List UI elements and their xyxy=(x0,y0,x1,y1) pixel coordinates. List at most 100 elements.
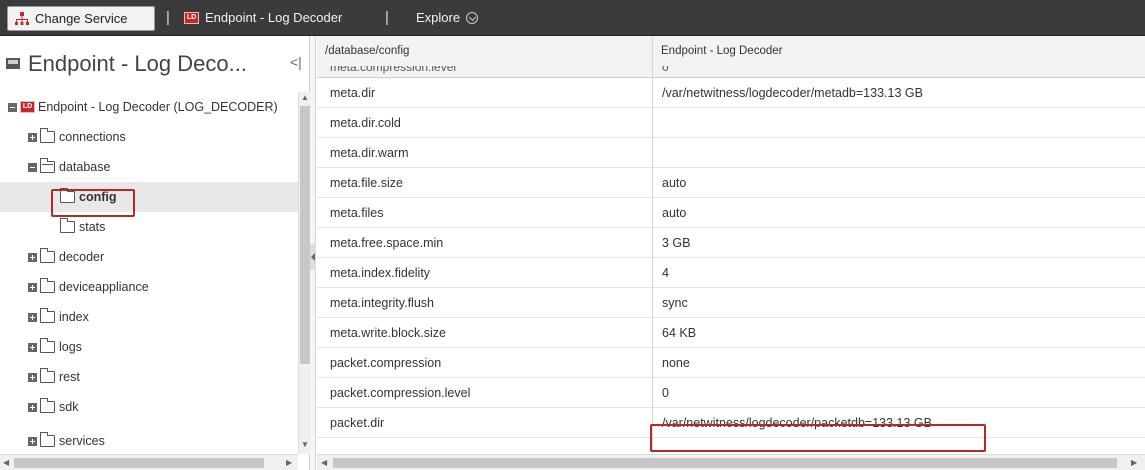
scrollbar-thumb[interactable] xyxy=(14,458,264,468)
grid-header: /database/config Endpoint - Log Decoder … xyxy=(317,36,1145,78)
column-header-path[interactable]: /database/config xyxy=(325,45,409,57)
row-value[interactable]: sync xyxy=(662,296,688,310)
folder-icon xyxy=(40,308,55,323)
scroll-left-icon[interactable]: ◀ xyxy=(3,458,9,467)
table-row[interactable]: meta.dir /var/netwitness/logdecoder/meta… xyxy=(317,78,1145,108)
top-toolbar: Change Service | LD Endpoint - Log Decod… xyxy=(0,0,1145,36)
tree-horizontal-scrollbar[interactable]: ◀ ▶ xyxy=(0,454,298,470)
expand-icon[interactable] xyxy=(28,372,37,382)
row-value[interactable]: auto xyxy=(662,176,686,190)
expand-icon[interactable] xyxy=(28,402,37,412)
scroll-right-icon[interactable]: ▶ xyxy=(1131,458,1137,467)
table-row[interactable]: meta.index.fidelity 4 xyxy=(317,258,1145,288)
row-key: meta.files xyxy=(330,206,384,220)
config-grid: /database/config Endpoint - Log Decoder … xyxy=(317,36,1145,470)
explore-label: Explore xyxy=(416,10,461,25)
service-name: Endpoint - Log Decoder xyxy=(205,10,343,25)
tree-vertical-scrollbar[interactable]: ▲ ▼ xyxy=(298,92,310,454)
folder-icon xyxy=(60,218,75,233)
collapse-arrow-icon[interactable] xyxy=(310,244,316,270)
left-tree-panel: Endpoint - Log Deco... <| LD Endpoint - … xyxy=(0,36,310,470)
packet-dir-highlight-box xyxy=(650,424,986,452)
table-row[interactable]: meta.file.size auto xyxy=(317,168,1145,198)
scrollbar-thumb[interactable] xyxy=(300,106,310,364)
scroll-left-icon[interactable]: ◀ xyxy=(321,458,327,467)
row-value[interactable]: 64 KB xyxy=(662,326,696,340)
tree-item-rest[interactable]: rest xyxy=(0,362,298,392)
tree-item-label: rest xyxy=(59,370,80,384)
tree-item-database[interactable]: database xyxy=(0,152,298,182)
row-value[interactable]: 0 xyxy=(662,386,669,400)
tree-item-label: connections xyxy=(59,130,126,144)
folder-icon xyxy=(40,278,55,293)
change-service-button[interactable]: Change Service xyxy=(7,6,155,31)
row-key: meta.free.space.min xyxy=(330,236,444,250)
tree-item-deviceappliance[interactable]: deviceappliance xyxy=(0,272,298,302)
expand-icon[interactable] xyxy=(28,342,37,352)
row-value[interactable]: none xyxy=(662,356,690,370)
left-panel-header: Endpoint - Log Deco... <| xyxy=(0,36,310,90)
scroll-up-icon[interactable]: ▲ xyxy=(301,93,309,102)
table-row[interactable]: packet.compression none xyxy=(317,348,1145,378)
collapse-icon[interactable] xyxy=(8,102,17,112)
folder-icon xyxy=(40,128,55,143)
table-row[interactable]: meta.integrity.flush sync xyxy=(317,288,1145,318)
scroll-right-icon[interactable]: ▶ xyxy=(286,458,292,467)
tree-root[interactable]: LD Endpoint - Log Decoder (LOG_DECODER) xyxy=(0,92,298,122)
change-service-label: Change Service xyxy=(35,11,128,26)
tree-item-decoder[interactable]: decoder xyxy=(0,242,298,272)
tree-item-stats[interactable]: stats xyxy=(0,212,298,242)
row-value[interactable]: /var/netwitness/logdecoder/metadb=133.13… xyxy=(662,86,923,100)
tree-item-label: decoder xyxy=(59,250,105,264)
folder-icon xyxy=(40,338,55,353)
expand-icon[interactable] xyxy=(28,436,37,446)
folder-icon xyxy=(40,432,55,447)
table-row[interactable]: packet.compression.level 0 xyxy=(317,378,1145,408)
column-header-service[interactable]: Endpoint - Log Decoder xyxy=(661,45,782,57)
tree-item-label: deviceappliance xyxy=(59,280,149,294)
row-key: meta.dir.warm xyxy=(330,146,409,160)
scrollbar-thumb[interactable] xyxy=(333,458,1117,468)
row-value[interactable]: 4 xyxy=(662,266,669,280)
folder-icon xyxy=(40,398,55,413)
tree-item-label: sdk xyxy=(59,400,79,414)
tree-item-config[interactable]: config xyxy=(0,182,298,212)
grid-horizontal-scrollbar[interactable]: ◀ ▶ xyxy=(317,454,1145,470)
folder-icon xyxy=(40,248,55,263)
table-row[interactable]: meta.free.space.min 3 GB xyxy=(317,228,1145,258)
tree-item-connections[interactable]: connections xyxy=(0,122,298,152)
service-panel-icon xyxy=(6,58,20,69)
collapse-panel-button[interactable]: <| xyxy=(290,54,302,70)
row-key: packet.dir xyxy=(330,416,385,430)
chevron-down-icon xyxy=(466,11,479,24)
explore-menu[interactable]: Explore xyxy=(416,10,479,25)
panel-splitter[interactable] xyxy=(310,36,316,470)
partial-table-row: meta.compression.level 0 xyxy=(317,66,1145,77)
log-decoder-badge-icon: LD xyxy=(184,11,199,24)
collapse-icon[interactable] xyxy=(28,162,37,172)
expand-icon[interactable] xyxy=(28,312,37,322)
service-breadcrumb[interactable]: LD Endpoint - Log Decoder xyxy=(184,10,342,25)
table-row[interactable]: meta.dir.cold xyxy=(317,108,1145,138)
row-key: meta.dir xyxy=(330,86,376,100)
folder-open-icon xyxy=(40,158,55,173)
expand-icon[interactable] xyxy=(28,252,37,262)
table-row[interactable]: meta.files auto xyxy=(317,198,1145,228)
table-row[interactable]: meta.write.block.size 64 KB xyxy=(317,318,1145,348)
row-key: meta.compression.level xyxy=(330,66,457,74)
tree-root-label: Endpoint - Log Decoder (LOG_DECODER) xyxy=(38,100,278,114)
tree-item-logs[interactable]: logs xyxy=(0,332,298,362)
expand-icon[interactable] xyxy=(28,132,37,142)
tree-item-services[interactable]: services xyxy=(0,426,298,454)
scroll-down-icon[interactable]: ▼ xyxy=(301,440,309,449)
expand-icon[interactable] xyxy=(28,282,37,292)
tree-item-index[interactable]: index xyxy=(0,302,298,332)
row-value[interactable]: 3 GB xyxy=(662,236,691,250)
row-key: packet.compression xyxy=(330,356,442,370)
row-key: meta.integrity.flush xyxy=(330,296,434,310)
row-key: meta.file.size xyxy=(330,176,403,190)
row-value[interactable]: auto xyxy=(662,206,686,220)
tree-item-sdk[interactable]: sdk xyxy=(0,392,298,422)
table-row[interactable]: meta.dir.warm xyxy=(317,138,1145,168)
row-key: meta.write.block.size xyxy=(330,326,447,340)
